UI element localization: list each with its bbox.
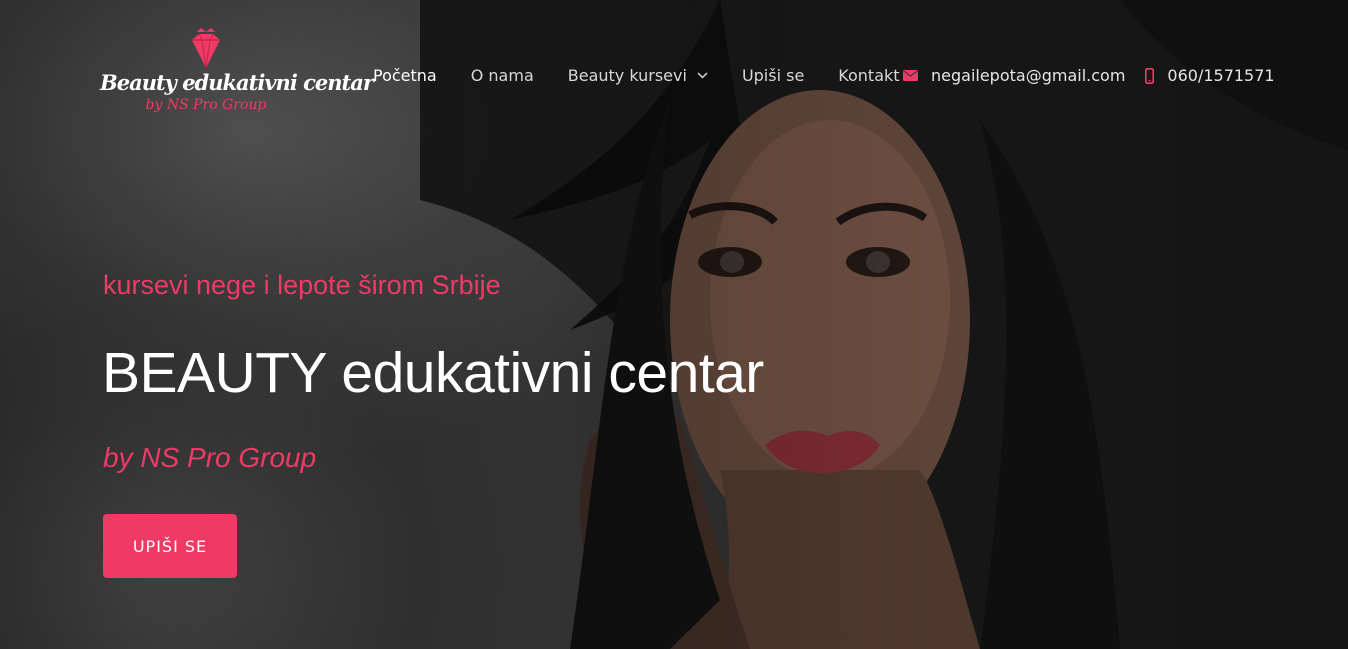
chevron-down-icon [697, 72, 708, 79]
contact-email-text: negailepota@gmail.com [931, 66, 1126, 85]
hero-background-portrait [420, 0, 1348, 649]
nav-item-pocetna[interactable]: Početna [373, 66, 437, 85]
nav-item-beauty-kursevi[interactable]: Beauty kursevi [568, 66, 708, 85]
logo-title: Beauty edukativni centar [100, 70, 374, 95]
hero-tagline: kursevi nege i lepote širom Srbije [103, 270, 501, 300]
contact-phone[interactable]: 060/1571571 [1145, 66, 1275, 85]
hero-byline: by NS Pro Group [103, 442, 317, 473]
contact-phone-text: 060/1571571 [1167, 66, 1275, 85]
logo-subtitle: by NS Pro Group [145, 97, 267, 113]
contact-email[interactable]: negailepota@gmail.com [903, 66, 1125, 85]
hero-headline: BEAUTY edukativni centar [102, 341, 764, 405]
nav-item-beauty-kursevi-label: Beauty kursevi [567, 66, 687, 85]
enroll-button[interactable]: UPIŠI SE [103, 514, 237, 578]
mobile-phone-icon [1145, 67, 1155, 84]
nav-item-o-nama[interactable]: O nama [471, 66, 534, 85]
hero-section: Beauty edukativni centar by NS Pro Group… [0, 0, 1348, 649]
nav-item-kontakt[interactable]: Kontakt [838, 66, 899, 85]
main-navigation: Početna O nama Beauty kursevi Upiši se K… [373, 66, 934, 85]
envelope-icon [903, 70, 918, 81]
nav-item-upisi-se[interactable]: Upiši se [742, 66, 804, 85]
site-logo[interactable]: Beauty edukativni centar by NS Pro Group [100, 26, 374, 130]
diamond-icon [192, 28, 220, 69]
header-contact: negailepota@gmail.com 060/1571571 [903, 66, 1275, 85]
